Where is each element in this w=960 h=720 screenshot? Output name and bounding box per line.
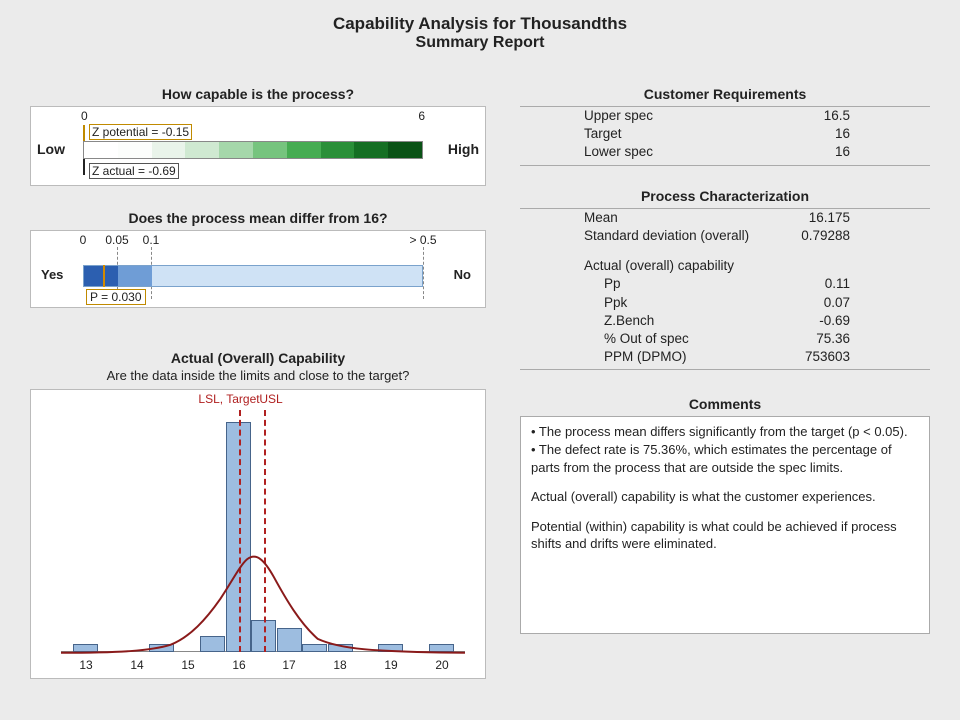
pvalue-yes-label: Yes bbox=[41, 267, 63, 282]
process-char-heading: Process Characterization bbox=[520, 188, 930, 204]
title-line-2: Summary Report bbox=[0, 34, 960, 52]
oos-row: % Out of spec75.36 bbox=[520, 330, 930, 348]
normal-curve bbox=[61, 410, 465, 653]
pp-row: Pp0.11 bbox=[520, 275, 930, 293]
pvalue-box: Yes No 0 0.05 0.1 > 0.5 P = 0.030 bbox=[30, 230, 486, 308]
histogram-panel: Actual (Overall) Capability Are the data… bbox=[30, 350, 486, 679]
xtick-13: 13 bbox=[79, 658, 92, 672]
pvalue-panel: Does the process mean differ from 16? Ye… bbox=[30, 210, 486, 308]
xtick-15: 15 bbox=[181, 658, 194, 672]
comments-box: • The process mean differs significantly… bbox=[520, 416, 930, 634]
spec-label-lsl-target: LSL, Target bbox=[198, 392, 259, 406]
title-line-1: Capability Analysis for Thousandths bbox=[0, 14, 960, 34]
p-dash-05 bbox=[423, 247, 424, 299]
comments-heading: Comments bbox=[520, 396, 930, 412]
xtick-18: 18 bbox=[333, 658, 346, 672]
capability-heading: How capable is the process? bbox=[30, 86, 486, 102]
capability-low-label: Low bbox=[37, 141, 65, 157]
xtick-20: 20 bbox=[435, 658, 448, 672]
upper-spec-row: Upper spec16.5 bbox=[520, 107, 930, 125]
ppk-row: Ppk0.07 bbox=[520, 294, 930, 312]
pvalue-no-label: No bbox=[454, 267, 471, 282]
histogram-subheading: Are the data inside the limits and close… bbox=[30, 368, 486, 383]
z-actual-label: Z actual = -0.69 bbox=[89, 163, 179, 179]
p-value-label: P = 0.030 bbox=[86, 289, 146, 305]
ppm-row: PPM (DPMO)753603 bbox=[520, 348, 930, 366]
comment-bullet-2: • The defect rate is 75.36%, which estim… bbox=[531, 441, 919, 476]
p-bar bbox=[83, 265, 423, 287]
sd-row: Standard deviation (overall)0.79288 bbox=[520, 227, 930, 245]
histogram-plot: 13 14 15 16 17 18 19 20 LSL, Target USL bbox=[61, 410, 465, 652]
p-tick-3: > 0.5 bbox=[409, 233, 436, 247]
z-actual-marker bbox=[83, 159, 85, 175]
capability-gradient-bar bbox=[83, 141, 423, 159]
comment-bullet-1: • The process mean differs significantly… bbox=[531, 423, 919, 441]
capability-box: 0 6 Low High Z potential = -0.15 Z actua… bbox=[30, 106, 486, 186]
capability-high-label: High bbox=[448, 141, 479, 157]
xtick-19: 19 bbox=[384, 658, 397, 672]
report-title: Capability Analysis for Thousandths Summ… bbox=[0, 14, 960, 52]
lower-spec-row: Lower spec16 bbox=[520, 143, 930, 161]
p-tick-1: 0.05 bbox=[105, 233, 128, 247]
p-marker bbox=[103, 265, 105, 287]
capability-panel: How capable is the process? 0 6 Low High… bbox=[30, 86, 486, 186]
z-potential-marker bbox=[83, 125, 85, 141]
mean-row: Mean16.175 bbox=[520, 209, 930, 227]
histogram-box: 13 14 15 16 17 18 19 20 LSL, Target USL bbox=[30, 389, 486, 679]
pvalue-heading: Does the process mean differ from 16? bbox=[30, 210, 486, 226]
cap-scale-min: 0 bbox=[81, 109, 88, 123]
target-row: Target16 bbox=[520, 125, 930, 143]
xtick-17: 17 bbox=[282, 658, 295, 672]
xtick-16: 16 bbox=[232, 658, 245, 672]
histogram-heading: Actual (Overall) Capability bbox=[30, 350, 486, 366]
actual-cap-subhead: Actual (overall) capability bbox=[520, 257, 930, 275]
customer-req-heading: Customer Requirements bbox=[520, 86, 930, 102]
cap-scale-max: 6 bbox=[418, 109, 425, 123]
comment-para-1: Actual (overall) capability is what the … bbox=[531, 488, 919, 506]
p-tick-0: 0 bbox=[80, 233, 87, 247]
right-column: Customer Requirements Upper spec16.5 Tar… bbox=[520, 86, 930, 634]
comment-para-2: Potential (within) capability is what co… bbox=[531, 518, 919, 553]
z-potential-label: Z potential = -0.15 bbox=[89, 124, 192, 140]
spec-label-usl: USL bbox=[259, 392, 282, 406]
zbench-row: Z.Bench-0.69 bbox=[520, 312, 930, 330]
xtick-14: 14 bbox=[130, 658, 143, 672]
p-tick-2: 0.1 bbox=[143, 233, 160, 247]
